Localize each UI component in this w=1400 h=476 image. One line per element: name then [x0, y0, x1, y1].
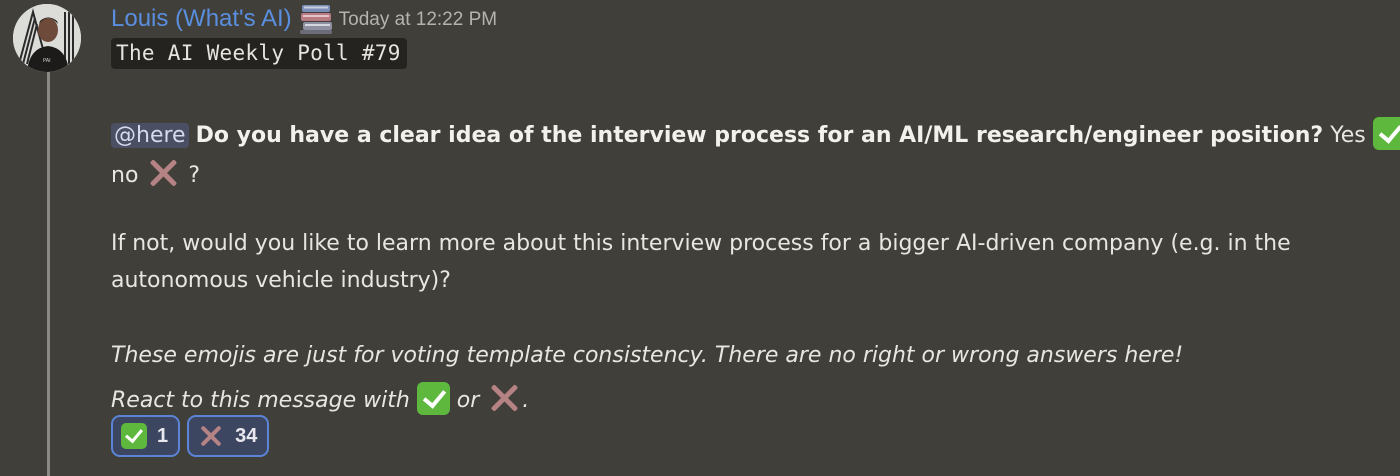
avatar-image: PAI: [13, 4, 81, 72]
note-or-text: or: [456, 388, 480, 413]
reply-thread-line: [47, 72, 50, 476]
here-mention[interactable]: @here: [111, 123, 189, 148]
poll-question: Do you have a clear idea of the intervie…: [195, 123, 1324, 148]
check-mark-button-icon: [1372, 117, 1400, 150]
reaction-cross-button[interactable]: 34: [187, 415, 270, 457]
question-line-1: @here Do you have a clear idea of the in…: [111, 117, 1400, 150]
paragraph-line-1: If not, would you like to learn more abo…: [111, 231, 1291, 256]
note-period-text: .: [522, 388, 530, 413]
no-text: no: [111, 163, 139, 188]
check-mark-button-icon: [121, 423, 147, 449]
author-name[interactable]: Louis (What's AI): [111, 5, 292, 33]
reaction-count: 34: [235, 424, 258, 447]
poll-title-code-block: The AI Weekly Poll #79: [111, 38, 407, 69]
svg-text:PAI: PAI: [43, 58, 51, 64]
message-timestamp: Today at 12:22 PM: [338, 9, 498, 30]
note-prefix-text: React to this message with: [111, 388, 410, 413]
cross-mark-icon: [145, 155, 181, 191]
reaction-check-button[interactable]: 1: [111, 415, 181, 457]
reaction-count: 1: [157, 424, 169, 447]
yes-text: Yes: [1330, 123, 1366, 148]
question-mark-text: ?: [188, 163, 201, 188]
paragraph-line-2: autonomous vehicle industry)?: [111, 268, 451, 293]
note-line-1: These emojis are just for voting templat…: [111, 343, 1184, 368]
books-role-icon: [299, 3, 334, 35]
message-header: Louis (What's AI) Today at 12:22 PM: [111, 3, 497, 35]
avatar[interactable]: PAI: [13, 4, 81, 72]
cross-mark-icon: [197, 422, 225, 450]
check-mark-button-icon: [416, 382, 450, 415]
cross-mark-icon: [486, 380, 522, 416]
reactions-bar: 1 34: [111, 415, 270, 457]
question-line-2: no ?: [111, 155, 200, 191]
note-line-2: React to this message with or .: [111, 380, 529, 416]
